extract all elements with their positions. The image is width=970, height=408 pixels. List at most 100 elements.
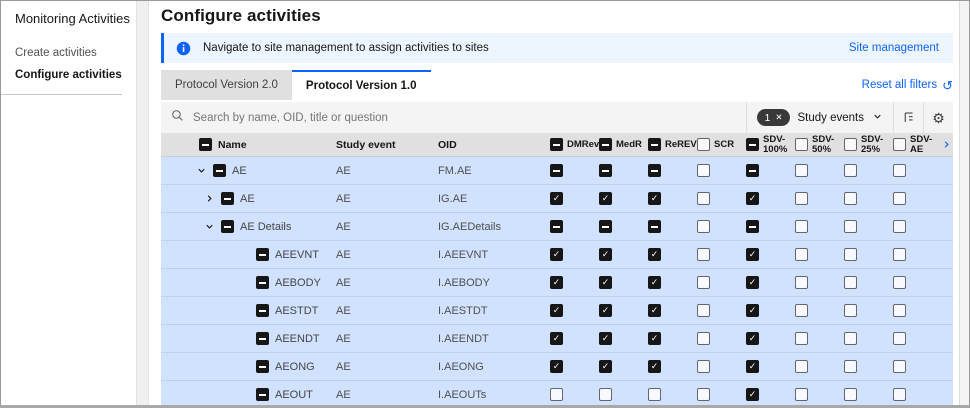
row-sdv-50%-unchecked-checkbox[interactable] xyxy=(795,220,808,233)
table-row[interactable]: AESTDTAEI.AESTDT xyxy=(161,296,953,324)
collapse-row-icon[interactable] xyxy=(203,221,215,232)
row-dmrev-indeterminate-checkbox[interactable] xyxy=(550,164,563,177)
search-input[interactable] xyxy=(193,112,746,124)
sidebar-item-configure-activities[interactable]: Configure activities xyxy=(15,64,136,86)
tab-protocol-version-1[interactable]: Protocol Version 1.0 xyxy=(292,70,431,100)
row-sdv-ae-unchecked-checkbox[interactable] xyxy=(893,192,906,205)
row-scr-unchecked-checkbox[interactable] xyxy=(697,248,710,261)
sidebar-item-create-activities[interactable]: Create activities xyxy=(15,42,136,64)
clear-filter-icon[interactable]: ✕ xyxy=(775,112,782,123)
row-sdv-100%-checked-checkbox[interactable] xyxy=(746,332,759,345)
row-medr-checked-checkbox[interactable] xyxy=(599,276,612,289)
row-sdv-100%-checked-checkbox[interactable] xyxy=(746,192,759,205)
row-sdv-ae-unchecked-checkbox[interactable] xyxy=(893,304,906,317)
row-sdv-25%-unchecked-checkbox[interactable] xyxy=(844,220,857,233)
header-name-indeterminate-checkbox[interactable] xyxy=(199,138,212,151)
row-sdv-100%-indeterminate-checkbox[interactable] xyxy=(746,220,759,233)
row-sdv-50%-unchecked-checkbox[interactable] xyxy=(795,164,808,177)
row-sdv-25%-unchecked-checkbox[interactable] xyxy=(844,304,857,317)
header-sdv-50%-unchecked-checkbox[interactable] xyxy=(795,138,808,151)
row-sdv-100%-checked-checkbox[interactable] xyxy=(746,360,759,373)
table-row[interactable]: AEAEFM.AE xyxy=(161,156,953,184)
table-row[interactable]: AEENDTAEI.AEENDT xyxy=(161,324,953,352)
header-sdv-25%-unchecked-checkbox[interactable] xyxy=(844,138,857,151)
row-medr-indeterminate-checkbox[interactable] xyxy=(599,164,612,177)
row-sdv-50%-unchecked-checkbox[interactable] xyxy=(795,276,808,289)
row-sdv-25%-unchecked-checkbox[interactable] xyxy=(844,164,857,177)
table-row[interactable]: AEOUTAEI.AEOUTs xyxy=(161,380,953,408)
row-sdv-50%-unchecked-checkbox[interactable] xyxy=(795,248,808,261)
row-sdv-ae-unchecked-checkbox[interactable] xyxy=(893,248,906,261)
row-scr-unchecked-checkbox[interactable] xyxy=(697,388,710,401)
row-name-indeterminate-checkbox[interactable] xyxy=(256,248,269,261)
table-row[interactable]: AEEVNTAEI.AEEVNT xyxy=(161,240,953,268)
row-scr-unchecked-checkbox[interactable] xyxy=(697,332,710,345)
row-rerev-checked-checkbox[interactable] xyxy=(648,276,661,289)
row-name-indeterminate-checkbox[interactable] xyxy=(213,164,226,177)
row-scr-unchecked-checkbox[interactable] xyxy=(697,276,710,289)
row-scr-unchecked-checkbox[interactable] xyxy=(697,192,710,205)
row-sdv-25%-unchecked-checkbox[interactable] xyxy=(844,360,857,373)
row-sdv-100%-checked-checkbox[interactable] xyxy=(746,248,759,261)
row-sdv-ae-unchecked-checkbox[interactable] xyxy=(893,276,906,289)
row-rerev-checked-checkbox[interactable] xyxy=(648,332,661,345)
table-row[interactable]: AEONGAEI.AEONG xyxy=(161,352,953,380)
row-dmrev-checked-checkbox[interactable] xyxy=(550,192,563,205)
row-rerev-checked-checkbox[interactable] xyxy=(648,304,661,317)
row-sdv-ae-unchecked-checkbox[interactable] xyxy=(893,360,906,373)
row-rerev-checked-checkbox[interactable] xyxy=(648,360,661,373)
scroll-right-button[interactable] xyxy=(940,133,953,156)
row-sdv-100%-indeterminate-checkbox[interactable] xyxy=(746,164,759,177)
row-rerev-indeterminate-checkbox[interactable] xyxy=(648,164,661,177)
row-name-indeterminate-checkbox[interactable] xyxy=(256,388,269,401)
row-dmrev-checked-checkbox[interactable] xyxy=(550,332,563,345)
row-sdv-100%-checked-checkbox[interactable] xyxy=(746,304,759,317)
site-management-link[interactable]: Site management xyxy=(849,42,939,54)
row-sdv-ae-unchecked-checkbox[interactable] xyxy=(893,332,906,345)
tree-view-icon[interactable] xyxy=(893,102,923,133)
row-name-indeterminate-checkbox[interactable] xyxy=(256,332,269,345)
row-name-indeterminate-checkbox[interactable] xyxy=(256,360,269,373)
table-row[interactable]: AEAEIG.AE xyxy=(161,184,953,212)
row-scr-unchecked-checkbox[interactable] xyxy=(697,164,710,177)
row-scr-unchecked-checkbox[interactable] xyxy=(697,360,710,373)
row-sdv-50%-unchecked-checkbox[interactable] xyxy=(795,332,808,345)
row-rerev-checked-checkbox[interactable] xyxy=(648,248,661,261)
header-medr-indeterminate-checkbox[interactable] xyxy=(599,138,612,151)
row-sdv-50%-unchecked-checkbox[interactable] xyxy=(795,304,808,317)
row-name-indeterminate-checkbox[interactable] xyxy=(256,276,269,289)
expand-row-icon[interactable] xyxy=(203,193,215,204)
study-events-filter[interactable]: 1 ✕ Study events xyxy=(746,102,893,133)
row-scr-unchecked-checkbox[interactable] xyxy=(697,220,710,233)
row-sdv-25%-unchecked-checkbox[interactable] xyxy=(844,276,857,289)
row-dmrev-checked-checkbox[interactable] xyxy=(550,360,563,373)
header-dmrev-indeterminate-checkbox[interactable] xyxy=(550,138,563,151)
row-dmrev-unchecked-checkbox[interactable] xyxy=(550,388,563,401)
chevron-down-icon[interactable] xyxy=(872,109,883,127)
row-sdv-100%-checked-checkbox[interactable] xyxy=(746,276,759,289)
row-sdv-100%-checked-checkbox[interactable] xyxy=(746,388,759,401)
row-sdv-50%-unchecked-checkbox[interactable] xyxy=(795,388,808,401)
row-sdv-25%-unchecked-checkbox[interactable] xyxy=(844,388,857,401)
row-rerev-checked-checkbox[interactable] xyxy=(648,192,661,205)
reset-all-filters-link[interactable]: Reset all filters ↺ xyxy=(862,79,953,92)
row-medr-checked-checkbox[interactable] xyxy=(599,332,612,345)
row-sdv-ae-unchecked-checkbox[interactable] xyxy=(893,164,906,177)
right-scroll-gutter[interactable] xyxy=(959,1,969,405)
row-medr-indeterminate-checkbox[interactable] xyxy=(599,220,612,233)
row-medr-checked-checkbox[interactable] xyxy=(599,192,612,205)
row-medr-checked-checkbox[interactable] xyxy=(599,248,612,261)
header-sdv-100%-indeterminate-checkbox[interactable] xyxy=(746,138,759,151)
tab-protocol-version-2[interactable]: Protocol Version 2.0 xyxy=(161,70,292,100)
row-dmrev-checked-checkbox[interactable] xyxy=(550,248,563,261)
row-medr-checked-checkbox[interactable] xyxy=(599,360,612,373)
filter-count-tag[interactable]: 1 ✕ xyxy=(757,109,790,126)
row-rerev-indeterminate-checkbox[interactable] xyxy=(648,220,661,233)
row-name-indeterminate-checkbox[interactable] xyxy=(221,220,234,233)
row-sdv-ae-unchecked-checkbox[interactable] xyxy=(893,388,906,401)
row-sdv-50%-unchecked-checkbox[interactable] xyxy=(795,192,808,205)
settings-gear-icon[interactable]: ⚙ xyxy=(923,102,953,133)
table-row[interactable]: AE DetailsAEIG.AEDetails xyxy=(161,212,953,240)
row-rerev-unchecked-checkbox[interactable] xyxy=(648,388,661,401)
header-scr-unchecked-checkbox[interactable] xyxy=(697,138,710,151)
